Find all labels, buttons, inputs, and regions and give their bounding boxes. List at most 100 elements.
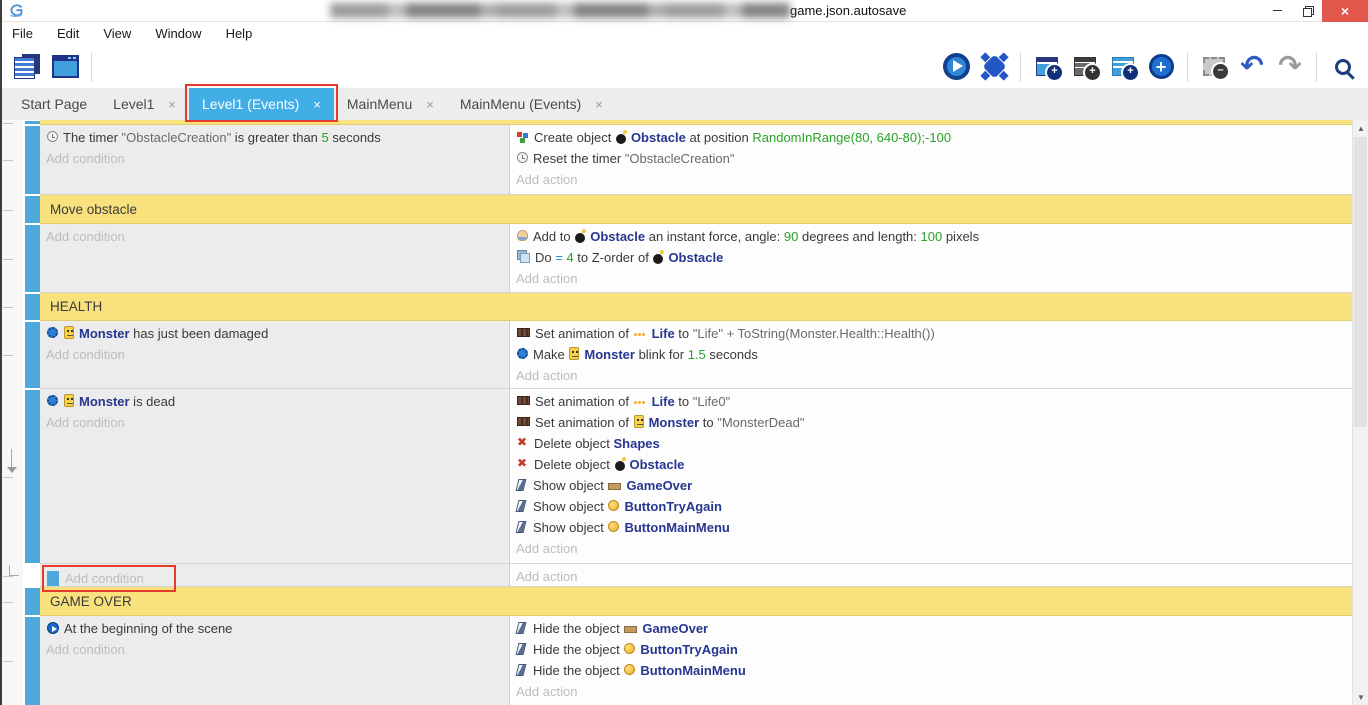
delete-event-icon[interactable] bbox=[1196, 49, 1232, 85]
scene-editor-icon[interactable] bbox=[47, 49, 83, 85]
add-circle-icon[interactable] bbox=[1143, 49, 1179, 85]
add-condition-button[interactable]: Add condition bbox=[40, 148, 509, 169]
add-condition-button[interactable]: Add condition bbox=[40, 344, 509, 365]
text-segment: Monster bbox=[649, 415, 700, 430]
debug-icon[interactable] bbox=[976, 49, 1012, 85]
menu-view[interactable]: View bbox=[103, 26, 131, 41]
action-line[interactable]: Set animation of Life to "Life" + ToStri… bbox=[510, 323, 1352, 344]
text-segment: The timer bbox=[63, 130, 122, 145]
add-action-button[interactable]: Add action bbox=[510, 681, 1352, 702]
event-cells: GAME OVER bbox=[40, 587, 1352, 616]
action-line[interactable]: Delete object Obstacle bbox=[510, 454, 1352, 475]
menu-file[interactable]: File bbox=[12, 26, 33, 41]
action-line[interactable]: Make Monster blink for 1.5 seconds bbox=[510, 344, 1352, 365]
add-condition-button[interactable]: Add condition bbox=[65, 568, 144, 589]
action-line[interactable]: Add to Obstacle an instant force, angle:… bbox=[510, 226, 1352, 247]
animation-icon bbox=[517, 328, 530, 337]
tab-mainmenu[interactable]: MainMenu× bbox=[334, 88, 447, 120]
event-selection-bar[interactable] bbox=[25, 225, 40, 292]
text-segment: Obstacle bbox=[630, 457, 685, 472]
scrollbar-thumb[interactable] bbox=[1354, 137, 1367, 427]
group-header[interactable]: HEALTH bbox=[40, 293, 1352, 321]
menu-window[interactable]: Window bbox=[155, 26, 201, 41]
project-manager-icon[interactable] bbox=[9, 49, 45, 85]
action-line[interactable]: Hide the object ButtonTryAgain bbox=[510, 639, 1352, 660]
group-header[interactable]: GAME OVER bbox=[40, 587, 1352, 616]
text-segment: has just been damaged bbox=[130, 326, 269, 341]
add-condition-button[interactable]: Add condition bbox=[40, 226, 509, 247]
monster-icon bbox=[634, 415, 644, 428]
add-action-button[interactable]: Add action bbox=[510, 538, 1352, 559]
add-action-button[interactable]: Add action bbox=[510, 566, 1352, 587]
undo-icon bbox=[1240, 54, 1263, 80]
event-selection-bar[interactable] bbox=[25, 322, 40, 388]
action-line[interactable]: Show object GameOver bbox=[510, 475, 1352, 496]
action-line[interactable]: Set animation of Monster to "MonsterDead… bbox=[510, 412, 1352, 433]
event-selection-bar[interactable] bbox=[25, 121, 40, 124]
action-line[interactable]: Show object ButtonTryAgain bbox=[510, 496, 1352, 517]
add-condition-button[interactable]: Add condition bbox=[40, 639, 509, 660]
action-line[interactable]: Hide the object GameOver bbox=[510, 618, 1352, 639]
condition-line[interactable]: Monster has just been damaged bbox=[40, 323, 509, 344]
window-edge bbox=[0, 0, 2, 705]
group-row: HEALTH bbox=[0, 293, 1352, 321]
action-line[interactable]: Set animation of Life to "Life0" bbox=[510, 391, 1352, 412]
event-selection-bar[interactable] bbox=[25, 617, 40, 705]
tab-close-icon[interactable]: × bbox=[426, 97, 434, 112]
add-comment-icon[interactable] bbox=[1105, 49, 1141, 85]
add-action-button[interactable]: Add action bbox=[510, 365, 1352, 386]
text-segment: to bbox=[675, 394, 693, 409]
condition-line[interactable]: At the beginning of the scene bbox=[40, 618, 509, 639]
event-selection-bar[interactable] bbox=[25, 294, 40, 320]
condition-line[interactable]: Monster is dead bbox=[40, 391, 509, 412]
tab-close-icon[interactable]: × bbox=[168, 97, 176, 112]
text-segment: ButtonMainMenu bbox=[640, 663, 745, 678]
text-segment: to bbox=[675, 326, 693, 341]
tab-start-page[interactable]: Start Page bbox=[8, 88, 100, 120]
add-condition-button[interactable]: Add condition bbox=[40, 412, 509, 433]
tab-close-icon[interactable]: × bbox=[313, 97, 321, 112]
scroll-up-icon[interactable]: ▲ bbox=[1353, 120, 1368, 136]
tab-label: Level1 (Events) bbox=[202, 96, 299, 112]
tab-mainmenu-events[interactable]: MainMenu (Events)× bbox=[447, 88, 616, 120]
text-segment: Make bbox=[533, 347, 568, 362]
event-selection-bar[interactable] bbox=[25, 196, 40, 223]
add-action-button[interactable]: Add action bbox=[510, 169, 1352, 190]
action-line[interactable]: Show object ButtonMainMenu bbox=[510, 517, 1352, 538]
restore-button[interactable] bbox=[1292, 0, 1322, 22]
action-line[interactable]: Hide the object ButtonMainMenu bbox=[510, 660, 1352, 681]
add-event-icon[interactable] bbox=[1029, 49, 1065, 85]
add-subevent-icon[interactable] bbox=[1067, 49, 1103, 85]
toolbar-left-group bbox=[8, 49, 84, 85]
tab-close-icon[interactable]: × bbox=[595, 97, 603, 112]
event-selection-bar[interactable] bbox=[25, 390, 40, 563]
action-line[interactable]: Create object Obstacle at position Rando… bbox=[510, 127, 1352, 148]
tab-level1[interactable]: Level1× bbox=[100, 88, 189, 120]
action-line[interactable]: Delete object Shapes bbox=[510, 433, 1352, 454]
event-selection-bar[interactable] bbox=[25, 126, 40, 194]
close-button[interactable]: × bbox=[1322, 0, 1368, 22]
event-drag-handle[interactable] bbox=[47, 571, 59, 586]
animation-icon bbox=[517, 417, 530, 426]
tab-level1-events[interactable]: Level1 (Events) × bbox=[189, 88, 334, 120]
event-selection-bar[interactable] bbox=[25, 588, 40, 615]
menu-help[interactable]: Help bbox=[226, 26, 253, 41]
drop-indicator-stem bbox=[11, 449, 12, 467]
search-icon[interactable] bbox=[1325, 49, 1361, 85]
redo-icon[interactable] bbox=[1272, 49, 1308, 85]
undo-icon[interactable] bbox=[1234, 49, 1270, 85]
group-header[interactable]: Move obstacle bbox=[40, 195, 1352, 224]
event-bar-gutter bbox=[23, 564, 40, 587]
menu-edit[interactable]: Edit bbox=[57, 26, 79, 41]
text-segment: Show object bbox=[533, 520, 607, 535]
minimize-button[interactable] bbox=[1262, 0, 1292, 22]
add-action-button[interactable]: Add action bbox=[510, 268, 1352, 289]
vertical-scrollbar[interactable]: ▲ ▼ bbox=[1352, 120, 1368, 705]
condition-line[interactable]: The timer "ObstacleCreation" is greater … bbox=[40, 127, 509, 148]
play-icon[interactable] bbox=[938, 49, 974, 85]
action-line[interactable]: Reset the timer "ObstacleCreation" bbox=[510, 148, 1352, 169]
scroll-down-icon[interactable]: ▼ bbox=[1353, 689, 1368, 705]
banner-icon bbox=[624, 626, 637, 633]
action-line[interactable]: Do = 4 to Z-order of Obstacle bbox=[510, 247, 1352, 268]
text-segment: "Life0" bbox=[693, 394, 730, 409]
